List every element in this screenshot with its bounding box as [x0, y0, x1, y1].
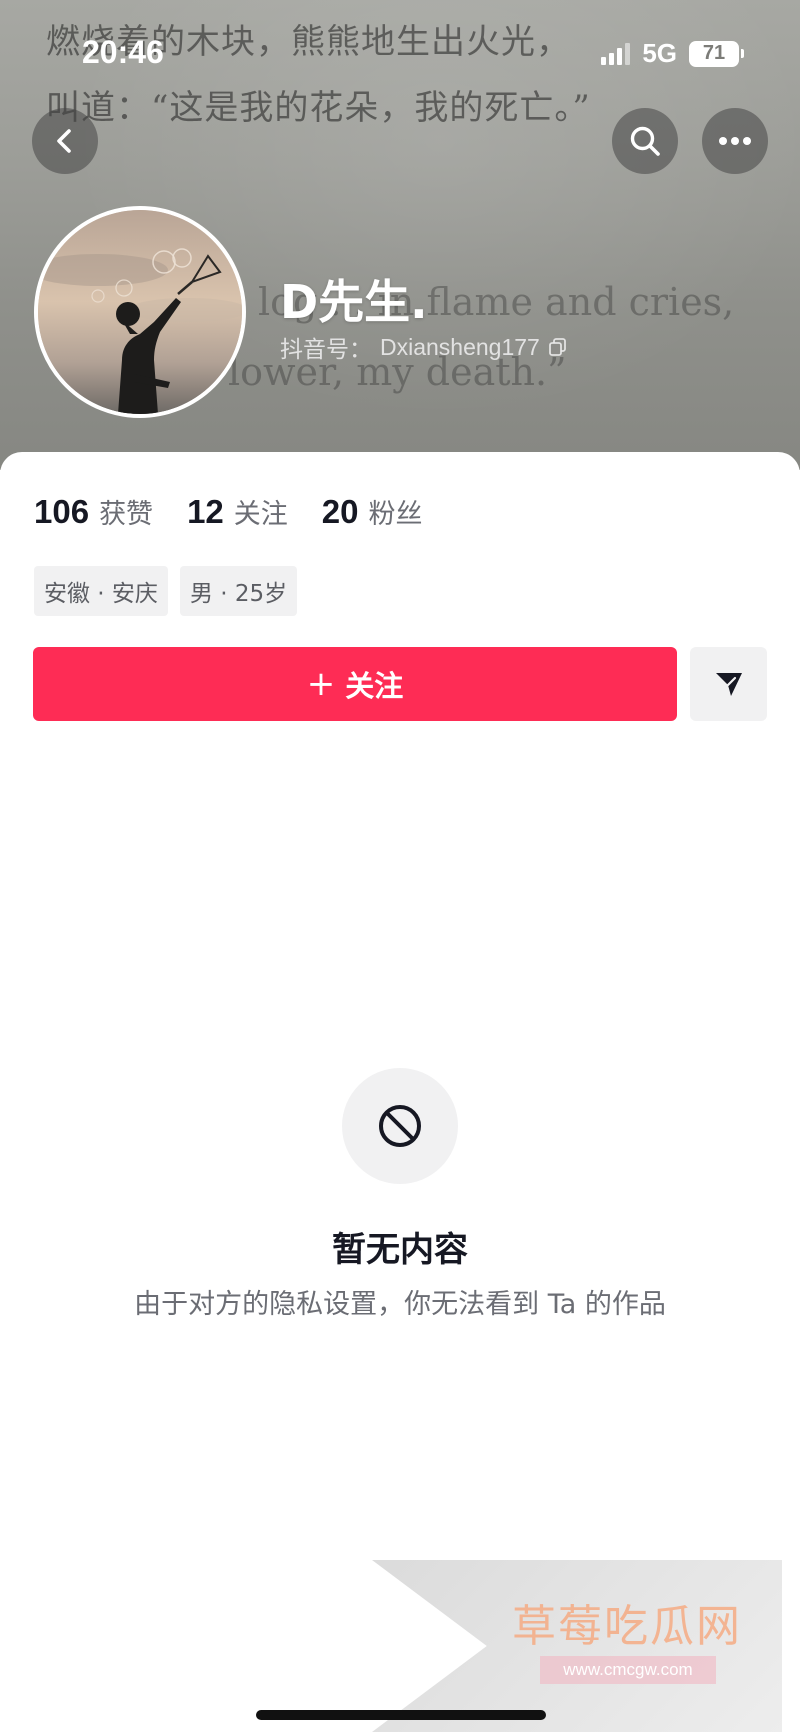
send-icon: [715, 673, 742, 696]
copy-icon[interactable]: [548, 337, 568, 357]
battery-icon: 71: [689, 40, 744, 67]
signal-icon: [601, 42, 631, 65]
account-label: 抖音号：: [280, 337, 372, 363]
network-type: 5G: [642, 38, 677, 68]
location-tag: 安徽 · 安庆: [34, 566, 168, 616]
home-indicator[interactable]: [256, 1710, 546, 1720]
watermark-url: www.cmcgw.com: [540, 1656, 716, 1684]
avatar[interactable]: [34, 206, 246, 418]
stat-followers[interactable]: 20 粉丝: [322, 492, 423, 531]
follow-button[interactable]: + 关注: [33, 647, 677, 721]
stat-likes[interactable]: 106 获赞: [34, 492, 153, 531]
profile-stats: 106 获赞 12 关注 20 粉丝: [34, 492, 423, 531]
more-horizontal-icon: [719, 137, 751, 145]
account-id: Dxiansheng177: [380, 333, 540, 360]
stat-following[interactable]: 12 关注: [187, 492, 288, 531]
ban-icon: [379, 1105, 421, 1147]
background-quote-line-2: 叫道：“这是我的花朵，我的死亡。”: [46, 88, 591, 128]
stat-label: 关注: [233, 499, 288, 530]
battery-level: 71: [689, 40, 739, 67]
gender-age-tag: 男 · 25岁: [179, 566, 298, 616]
empty-state-subtitle: 由于对方的隐私设置，你无法看到 Ta 的作品: [134, 1289, 666, 1320]
empty-state-icon-wrap: [342, 1068, 458, 1184]
back-button[interactable]: [32, 108, 98, 174]
search-button[interactable]: [612, 108, 678, 174]
watermark-title: 草莓吃瓜网: [512, 1601, 742, 1652]
profile-card: 106 获赞 12 关注 20 粉丝 安徽 · 安庆 男 · 25岁 + 关注 …: [0, 452, 800, 1732]
chevron-left-icon: [57, 129, 71, 153]
account-id-row: 抖音号： Dxiansheng177: [280, 330, 568, 364]
search-icon: [630, 126, 660, 156]
empty-state-title: 暂无内容: [332, 1230, 468, 1270]
follow-label: 关注: [345, 669, 404, 703]
share-button[interactable]: [690, 647, 767, 721]
status-time: 20:46: [82, 34, 164, 70]
stat-value: 20: [321, 493, 359, 530]
status-indicators: 5G 71: [601, 38, 744, 69]
stat-value: 12: [187, 493, 224, 530]
stat-label: 粉丝: [368, 499, 423, 530]
more-button[interactable]: [702, 108, 768, 174]
profile-tags: 安徽 · 安庆 男 · 25岁: [34, 566, 298, 616]
stat-label: 获赞: [99, 499, 154, 530]
profile-nickname: D先生.: [280, 275, 428, 329]
stat-value: 106: [34, 493, 90, 530]
avatar-image: [38, 210, 242, 414]
plus-icon: +: [306, 664, 336, 704]
